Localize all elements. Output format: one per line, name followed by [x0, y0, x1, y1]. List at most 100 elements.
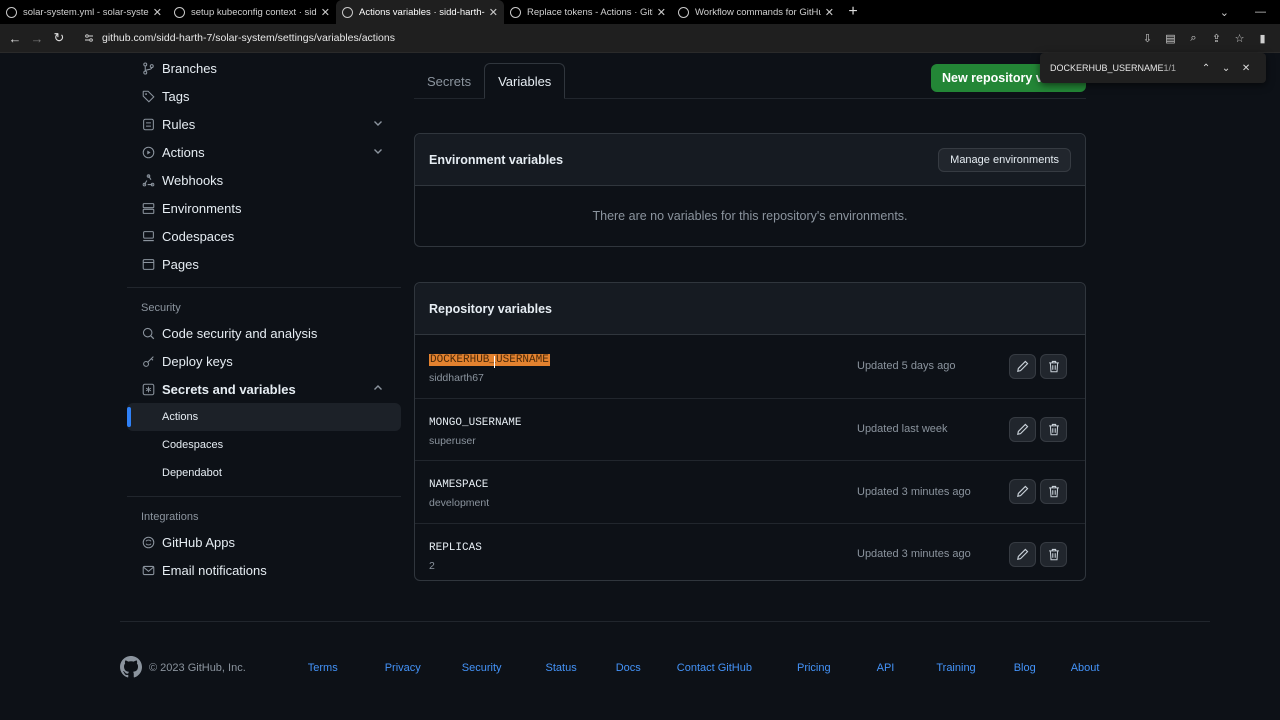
delete-variable-button[interactable]	[1040, 353, 1067, 379]
browser-tab[interactable]: Actions variables · sidd-harth-7/ ✕	[336, 0, 504, 24]
chevron-down-icon[interactable]	[373, 118, 383, 131]
url-text: github.com/sidd-harth-7/solar-system/set…	[102, 32, 395, 44]
tab-search-icon[interactable]: ⌄	[1220, 6, 1229, 19]
browser-tab[interactable]: Replace tokens - Actions · GitHub ✕	[504, 0, 672, 24]
footer-link-contact-github[interactable]: Contact GitHub	[677, 662, 752, 674]
share-icon[interactable]: ⇪	[1211, 33, 1222, 45]
sidebar-item-webhooks[interactable]: Webhooks	[127, 166, 401, 194]
footer-link-docs[interactable]: Docs	[616, 662, 641, 674]
repository-variables-title: Repository variables	[429, 301, 552, 316]
minimize-icon[interactable]: —	[1255, 6, 1266, 18]
zoom-icon[interactable]: ⌕	[1188, 32, 1199, 44]
repository-variables-box: Repository variables DOCKERHUB_USERNAME s…	[414, 282, 1086, 581]
sidebar-item-email-notifications[interactable]: Email notifications	[127, 556, 401, 584]
variable-name: DOCKERHUB_USERNAME	[429, 353, 550, 366]
close-tab-icon[interactable]: ✕	[825, 6, 834, 19]
variable-updated-time: Updated 5 days ago	[857, 360, 956, 373]
github-favicon-icon	[174, 6, 185, 18]
delete-variable-button[interactable]	[1040, 416, 1067, 442]
profile-icon[interactable]: ▮	[1257, 33, 1268, 45]
edit-variable-button[interactable]	[1009, 353, 1036, 379]
install-icon[interactable]: ⇩	[1142, 33, 1153, 45]
site-info-icon[interactable]	[84, 33, 94, 43]
environment-empty-text: There are no variables for this reposito…	[592, 209, 908, 223]
close-tab-icon[interactable]: ✕	[321, 6, 330, 19]
browser-tab-title: solar-system.yml - solar-system	[23, 6, 149, 18]
sidebar-item-deploy-keys[interactable]: Deploy keys	[127, 347, 401, 375]
settings-sidebar: Branches Tags Rules Actions Webhooks Environm…	[127, 54, 401, 584]
chevron-down-icon[interactable]	[373, 146, 383, 159]
sidebar-item-secrets-and-variables[interactable]: Secrets and variables	[127, 375, 401, 403]
find-next-icon[interactable]: ⌄	[1216, 63, 1236, 74]
delete-variable-button[interactable]	[1040, 479, 1067, 505]
sidebar-subitem-actions[interactable]: Actions	[127, 403, 401, 431]
footer-link-blog[interactable]: Blog	[1014, 662, 1036, 674]
footer-link-status[interactable]: Status	[546, 662, 577, 674]
find-previous-icon[interactable]: ⌃	[1196, 63, 1216, 74]
tab-secrets[interactable]: Secrets	[414, 63, 484, 99]
sidebar-item-code-security-and-analysis[interactable]: Code security and analysis	[127, 319, 401, 347]
github-logo-icon[interactable]	[120, 655, 142, 681]
bookmark-star-icon[interactable]: ☆	[1234, 33, 1245, 45]
footer-link-terms[interactable]: Terms	[308, 662, 338, 674]
footer-link-training[interactable]: Training	[936, 662, 975, 674]
footer-link-privacy[interactable]: Privacy	[385, 662, 421, 674]
sidebar-item-label: Webhooks	[162, 172, 224, 188]
footer-link-api[interactable]: API	[877, 662, 895, 674]
sidebar-item-environments[interactable]: Environments	[127, 194, 401, 222]
new-tab-button[interactable]: +	[840, 0, 866, 24]
trash-icon	[1048, 423, 1060, 436]
reader-icon[interactable]: ▤	[1165, 33, 1176, 45]
find-close-icon[interactable]: ✕	[1236, 63, 1256, 74]
footer-link-security[interactable]: Security	[462, 662, 502, 674]
sidebar-item-label: Codespaces	[162, 228, 235, 244]
tag-icon	[141, 89, 155, 103]
url-field[interactable]: github.com/sidd-harth-7/solar-system/set…	[84, 32, 395, 44]
close-tab-icon[interactable]: ✕	[489, 6, 498, 19]
close-tab-icon[interactable]: ✕	[153, 6, 162, 19]
variable-row: NAMESPACE development Updated 3 minutes ag…	[415, 460, 1085, 523]
footer-copyright: © 2023 GitHub, Inc.	[149, 662, 246, 674]
browser-tab[interactable]: setup kubeconfig context · sidd- ✕	[168, 0, 336, 24]
back-icon[interactable]: ←	[4, 31, 26, 46]
tab-variables[interactable]: Variables	[484, 63, 566, 99]
manage-environments-button[interactable]: Manage environments	[938, 147, 1071, 172]
sidebar-item-label: Deploy keys	[162, 353, 233, 369]
close-tab-icon[interactable]: ✕	[657, 6, 666, 19]
sidebar-item-actions[interactable]: Actions	[127, 138, 401, 166]
pencil-icon	[1016, 485, 1029, 498]
sidebar-item-tags[interactable]: Tags	[127, 82, 401, 110]
forward-icon[interactable]: →	[26, 31, 48, 46]
address-bar-actions: ⇩ ▤ ⌕ ⇪ ☆ ▮	[1142, 32, 1280, 45]
sidebar-item-github-apps[interactable]: GitHub Apps	[127, 528, 401, 556]
browser-tab-title: setup kubeconfig context · sidd-	[191, 6, 317, 18]
sidebar-item-rules[interactable]: Rules	[127, 110, 401, 138]
edit-variable-button[interactable]	[1009, 416, 1036, 442]
sidebar-item-branches[interactable]: Branches	[127, 54, 401, 82]
edit-variable-button[interactable]	[1009, 541, 1036, 567]
sidebar-item-label: Actions	[162, 144, 205, 160]
footer-link-pricing[interactable]: Pricing	[797, 662, 831, 674]
sidebar-item-pages[interactable]: Pages	[127, 250, 401, 278]
github-favicon-icon	[678, 6, 689, 18]
browser-tab[interactable]: solar-system.yml - solar-system ✕	[0, 0, 168, 24]
delete-variable-button[interactable]	[1040, 541, 1067, 567]
environment-variables-header: Environment variables Manage environment…	[415, 134, 1085, 186]
sidebar-item-codespaces[interactable]: Codespaces	[127, 222, 401, 250]
sidebar-subitem-dependabot[interactable]: Dependabot	[127, 459, 401, 487]
browser-tab-title: Actions variables · sidd-harth-7/	[359, 6, 485, 18]
sidebar-heading-security: Security	[141, 302, 181, 314]
text-cursor-icon	[494, 356, 496, 368]
browser-icon	[141, 257, 155, 271]
reload-icon[interactable]: ↻	[48, 30, 70, 46]
browser-tab[interactable]: Workflow commands for GitHub ✕	[672, 0, 840, 24]
webhook-icon	[141, 173, 155, 187]
footer-link-about[interactable]: About	[1071, 662, 1100, 674]
find-input[interactable]: DOCKERHUB_USERNAME	[1050, 63, 1164, 73]
variables-list: DOCKERHUB_USERNAME siddharth67 Updated 5 d…	[415, 335, 1085, 585]
footer: © 2023 GitHub, Inc. Terms Privacy Security…	[120, 655, 1210, 681]
github-favicon-icon	[510, 6, 521, 18]
chevron-up-icon[interactable]	[373, 383, 383, 396]
sidebar-subitem-codespaces[interactable]: Codespaces	[127, 431, 401, 459]
edit-variable-button[interactable]	[1009, 479, 1036, 505]
